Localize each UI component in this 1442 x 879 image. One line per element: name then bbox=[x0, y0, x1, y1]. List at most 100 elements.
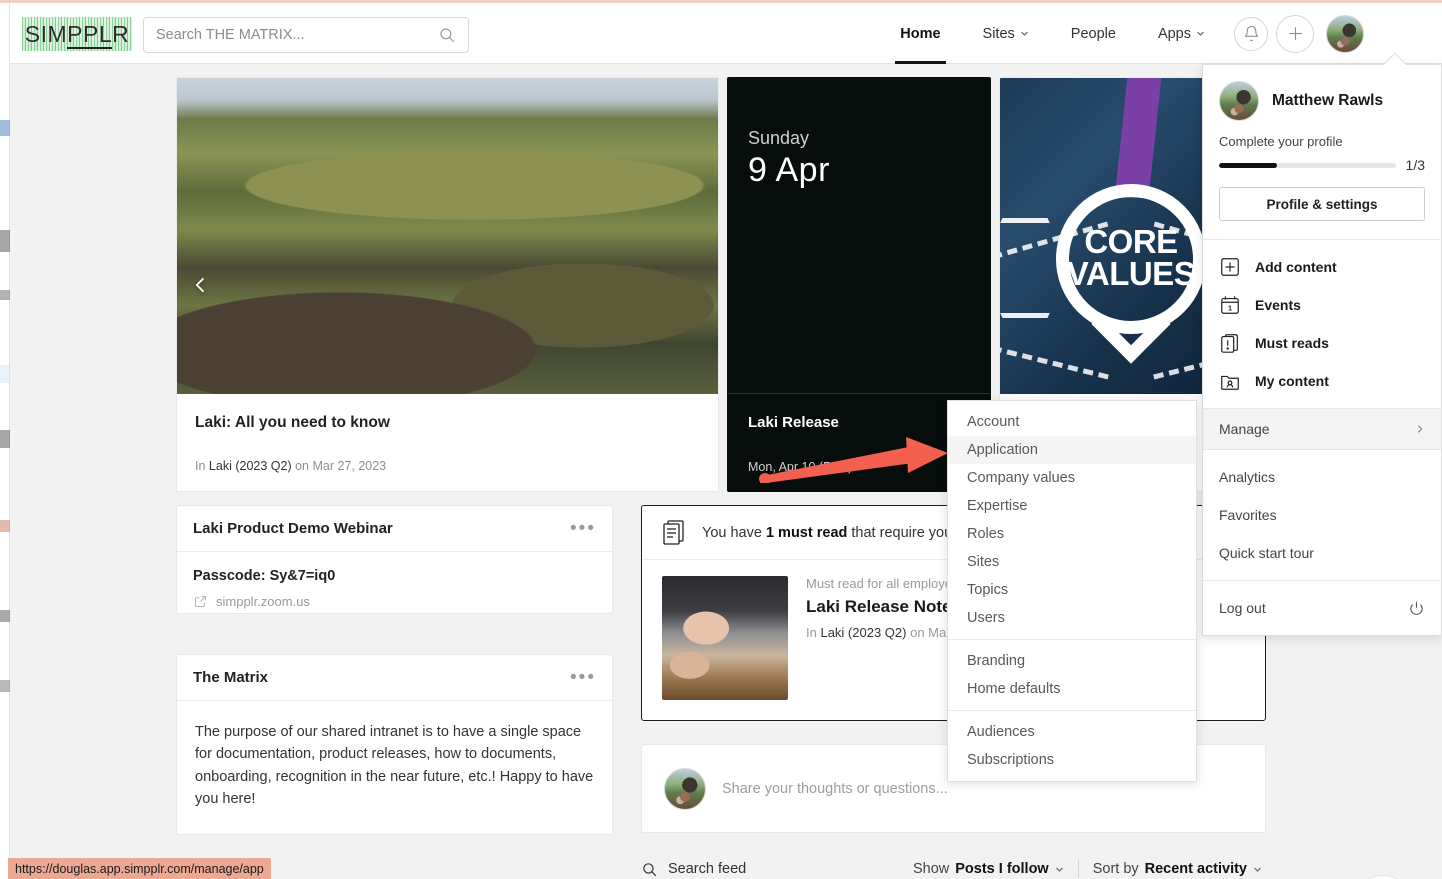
carousel-prev-button[interactable] bbox=[187, 271, 215, 299]
svg-text:1: 1 bbox=[1228, 304, 1232, 313]
add-content-button[interactable] bbox=[1276, 15, 1314, 53]
manage-submenu: Account Application Company values Exper… bbox=[947, 400, 1197, 782]
menu-item-label: My content bbox=[1255, 373, 1329, 389]
submenu-item-branding[interactable]: Branding bbox=[948, 647, 1196, 675]
submenu-item-label: Subscriptions bbox=[967, 752, 1054, 768]
notifications-button[interactable] bbox=[1234, 17, 1268, 51]
submenu-item-users[interactable]: Users bbox=[948, 604, 1196, 632]
submenu-item-topics[interactable]: Topics bbox=[948, 576, 1196, 604]
meta-site[interactable]: Laki (2023 Q2) bbox=[820, 625, 906, 640]
feed-controls: Search feed Show Posts I follow Sort by … bbox=[641, 854, 1276, 879]
share-placeholder[interactable]: Share your thoughts or questions... bbox=[722, 781, 948, 797]
search-icon bbox=[438, 26, 456, 44]
menu-item-add-content[interactable]: Add content bbox=[1203, 248, 1441, 286]
submenu-group-2: Branding Home defaults bbox=[948, 639, 1196, 710]
feed-sort-filter[interactable]: Sort by Recent activity bbox=[1079, 861, 1276, 877]
profile-progress: 1/3 bbox=[1219, 157, 1425, 173]
ellipsis-icon[interactable]: ••• bbox=[570, 519, 596, 538]
webinar-link-text: simpplr.zoom.us bbox=[216, 594, 310, 609]
submenu-item-label: Company values bbox=[967, 470, 1075, 486]
menu-item-manage[interactable]: Manage bbox=[1203, 409, 1441, 449]
submenu-item-label: Users bbox=[967, 610, 1005, 626]
divider bbox=[728, 393, 990, 394]
banner-pre: You have bbox=[702, 525, 766, 541]
menu-item-analytics[interactable]: Analytics bbox=[1203, 458, 1441, 496]
chevron-down-icon bbox=[1020, 29, 1029, 38]
profile-manage-section: Manage bbox=[1203, 409, 1441, 450]
submenu-item-subscriptions[interactable]: Subscriptions bbox=[948, 746, 1196, 774]
menu-item-events[interactable]: 1 Events bbox=[1203, 286, 1441, 324]
plus-square-icon bbox=[1219, 256, 1241, 278]
edge-sliver bbox=[0, 680, 10, 692]
nav-item-people[interactable]: People bbox=[1050, 3, 1137, 64]
complete-profile-label: Complete your profile bbox=[1219, 134, 1425, 149]
menu-item-quick-start-tour[interactable]: Quick start tour bbox=[1203, 534, 1441, 572]
must-read-title[interactable]: Laki Release Notes bbox=[806, 597, 969, 617]
nav-item-sites[interactable]: Sites bbox=[962, 3, 1050, 64]
feed-show-filter[interactable]: Show Posts I follow bbox=[899, 861, 1078, 877]
ellipsis-icon[interactable]: ••• bbox=[570, 668, 596, 687]
profile-user[interactable]: Matthew Rawls bbox=[1219, 81, 1425, 121]
submenu-item-company-values[interactable]: Company values bbox=[948, 464, 1196, 492]
submenu-item-label: Expertise bbox=[967, 498, 1027, 514]
feed-search-button[interactable]: Search feed bbox=[641, 861, 746, 878]
meta-prefix: In bbox=[195, 459, 205, 473]
menu-item-favorites[interactable]: Favorites bbox=[1203, 496, 1441, 534]
submenu-item-sites[interactable]: Sites bbox=[948, 548, 1196, 576]
sort-label: Sort by bbox=[1093, 861, 1139, 877]
submenu-item-expertise[interactable]: Expertise bbox=[948, 492, 1196, 520]
status-bar-url: https://douglas.app.simpplr.com/manage/a… bbox=[8, 858, 271, 879]
edge-sliver bbox=[0, 230, 10, 252]
decorative-dash bbox=[1000, 346, 1109, 380]
menu-item-label: Log out bbox=[1219, 600, 1266, 616]
search-input[interactable] bbox=[156, 27, 438, 43]
show-label: Show bbox=[913, 861, 949, 877]
carousel-card-article[interactable]: Laki: All you need to know In Laki (2023… bbox=[176, 77, 719, 492]
matrix-description: The purpose of our shared intranet is to… bbox=[195, 721, 594, 811]
menu-item-must-reads[interactable]: Must reads bbox=[1203, 324, 1441, 362]
chevron-down-icon bbox=[1055, 865, 1064, 874]
menu-item-log-out[interactable]: Log out bbox=[1203, 589, 1441, 627]
submenu-item-label: Audiences bbox=[967, 724, 1035, 740]
customize-layout-button[interactable] bbox=[1355, 875, 1411, 879]
carousel-image-laki bbox=[177, 78, 718, 394]
menu-item-my-content[interactable]: My content bbox=[1203, 362, 1441, 400]
nav-item-home[interactable]: Home bbox=[879, 3, 961, 64]
profile-avatar-button[interactable] bbox=[1326, 15, 1364, 53]
browser-left-edge bbox=[0, 0, 10, 879]
profile-secondary-items: Analytics Favorites Quick start tour bbox=[1203, 450, 1441, 581]
webinar-link[interactable]: simpplr.zoom.us bbox=[193, 594, 596, 609]
submenu-item-label: Application bbox=[967, 442, 1038, 458]
submenu-item-home-defaults[interactable]: Home defaults bbox=[948, 675, 1196, 703]
avatar bbox=[664, 768, 706, 810]
profile-settings-button[interactable]: Profile & settings bbox=[1219, 187, 1425, 221]
power-icon bbox=[1408, 600, 1425, 617]
avatar bbox=[1326, 15, 1364, 53]
submenu-item-roles[interactable]: Roles bbox=[948, 520, 1196, 548]
progress-track bbox=[1219, 163, 1396, 168]
edge-sliver bbox=[0, 120, 10, 136]
meta-site[interactable]: Laki (2023 Q2) bbox=[209, 459, 292, 473]
submenu-item-label: Branding bbox=[967, 653, 1025, 669]
submenu-item-label: Sites bbox=[967, 554, 999, 570]
calendar-icon: 1 bbox=[1219, 294, 1241, 316]
submenu-item-account[interactable]: Account bbox=[948, 408, 1196, 436]
edge-sliver bbox=[0, 290, 10, 300]
profile-summary: Matthew Rawls Complete your profile 1/3 … bbox=[1203, 65, 1441, 240]
edge-sliver bbox=[0, 610, 10, 622]
widget-header: Laki Product Demo Webinar ••• bbox=[177, 506, 612, 552]
plus-icon bbox=[1286, 24, 1305, 43]
widget-webinar: Laki Product Demo Webinar ••• Passcode: … bbox=[176, 505, 613, 614]
submenu-item-audiences[interactable]: Audiences bbox=[948, 718, 1196, 746]
menu-item-label: Events bbox=[1255, 297, 1301, 313]
global-search[interactable] bbox=[143, 17, 469, 53]
menu-item-label: Add content bbox=[1255, 259, 1337, 275]
submenu-item-application[interactable]: Application bbox=[948, 436, 1196, 464]
app-header: SIMPPLR Home Sites People Apps bbox=[10, 3, 1442, 64]
menu-item-label: Manage bbox=[1219, 421, 1270, 437]
app-logo[interactable]: SIMPPLR bbox=[22, 17, 132, 51]
banner-count: 1 must read bbox=[766, 525, 847, 541]
widget-body: Passcode: Sy&7=iq0 simpplr.zoom.us bbox=[177, 552, 612, 625]
nav-item-apps[interactable]: Apps bbox=[1137, 3, 1226, 64]
must-read-banner-text: You have 1 must read that require your a… bbox=[702, 525, 973, 541]
